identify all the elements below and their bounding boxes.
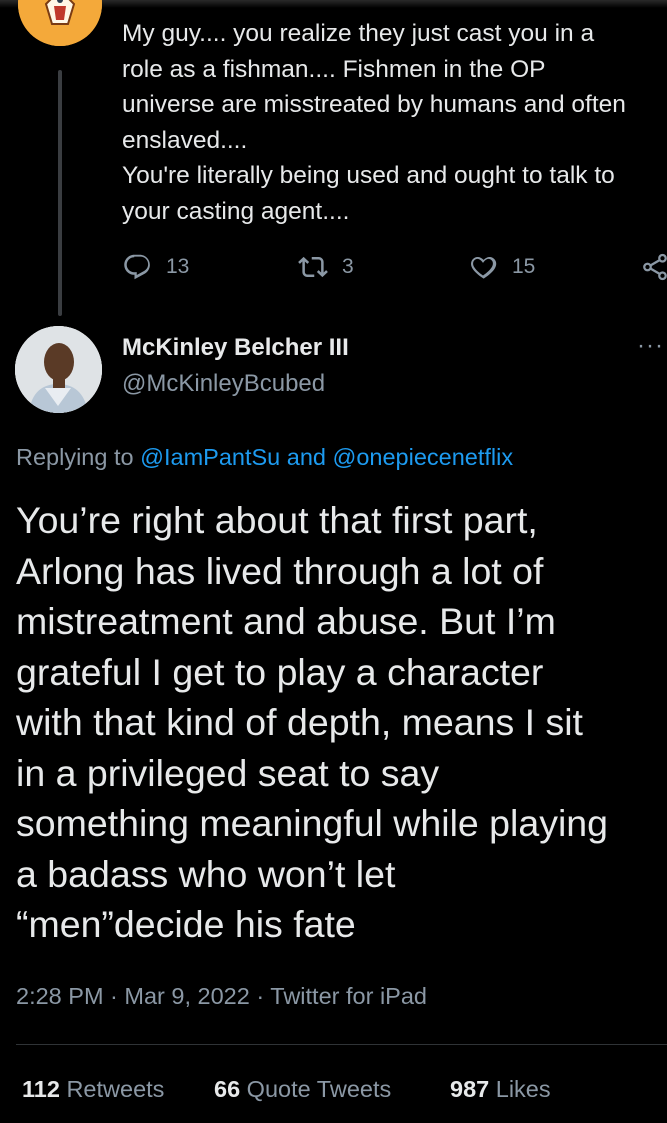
- author-name[interactable]: McKinley Belcher III: [122, 334, 349, 362]
- like-button[interactable]: 15: [468, 252, 535, 282]
- thread-connector-line: [58, 70, 62, 316]
- likes-label: Likes: [495, 1076, 551, 1102]
- retweet-count: 3: [342, 255, 354, 278]
- quote-tweets-stat[interactable]: 66 Quote Tweets: [214, 1076, 391, 1103]
- parent-author-avatar[interactable]: [18, 0, 102, 46]
- quotes-count: 66: [214, 1076, 241, 1102]
- reply-button[interactable]: 13: [122, 252, 189, 282]
- tweet-timestamp-source[interactable]: 2:28 PM · Mar 9, 2022 · Twitter for iPad: [16, 983, 427, 1010]
- author-avatar[interactable]: [15, 326, 102, 413]
- share-button[interactable]: [640, 252, 667, 282]
- retweets-count: 112: [22, 1076, 60, 1102]
- tweet-text: You’re right about that first part, Arlo…: [16, 499, 609, 945]
- author-handle[interactable]: @McKinleyBcubed: [122, 370, 325, 398]
- like-icon: [471, 256, 497, 279]
- retweet-button[interactable]: 3: [298, 252, 354, 282]
- like-count: 15: [512, 255, 536, 278]
- quotes-label: Quote Tweets: [246, 1076, 392, 1102]
- replying-to-links[interactable]: @IamPantSu and @onepiecenetflix: [140, 444, 513, 470]
- retweets-stat[interactable]: 112 Retweets: [22, 1076, 164, 1103]
- parent-tweet-text: My guy.... you realize they just cast yo…: [122, 20, 626, 225]
- divider: [16, 1044, 667, 1045]
- retweets-label: Retweets: [66, 1076, 165, 1102]
- reply-icon: [124, 254, 150, 280]
- retweet-icon: [298, 256, 328, 278]
- likes-count: 987: [450, 1076, 490, 1102]
- replying-to-line: Replying to @IamPantSu and @onepiecenetf…: [16, 444, 513, 471]
- replying-prefix: Replying to: [16, 444, 134, 470]
- reply-count: 13: [166, 255, 190, 278]
- share-icon: [643, 253, 667, 281]
- likes-stat[interactable]: 987 Likes: [450, 1076, 551, 1103]
- more-options-icon[interactable]: ···: [637, 332, 664, 360]
